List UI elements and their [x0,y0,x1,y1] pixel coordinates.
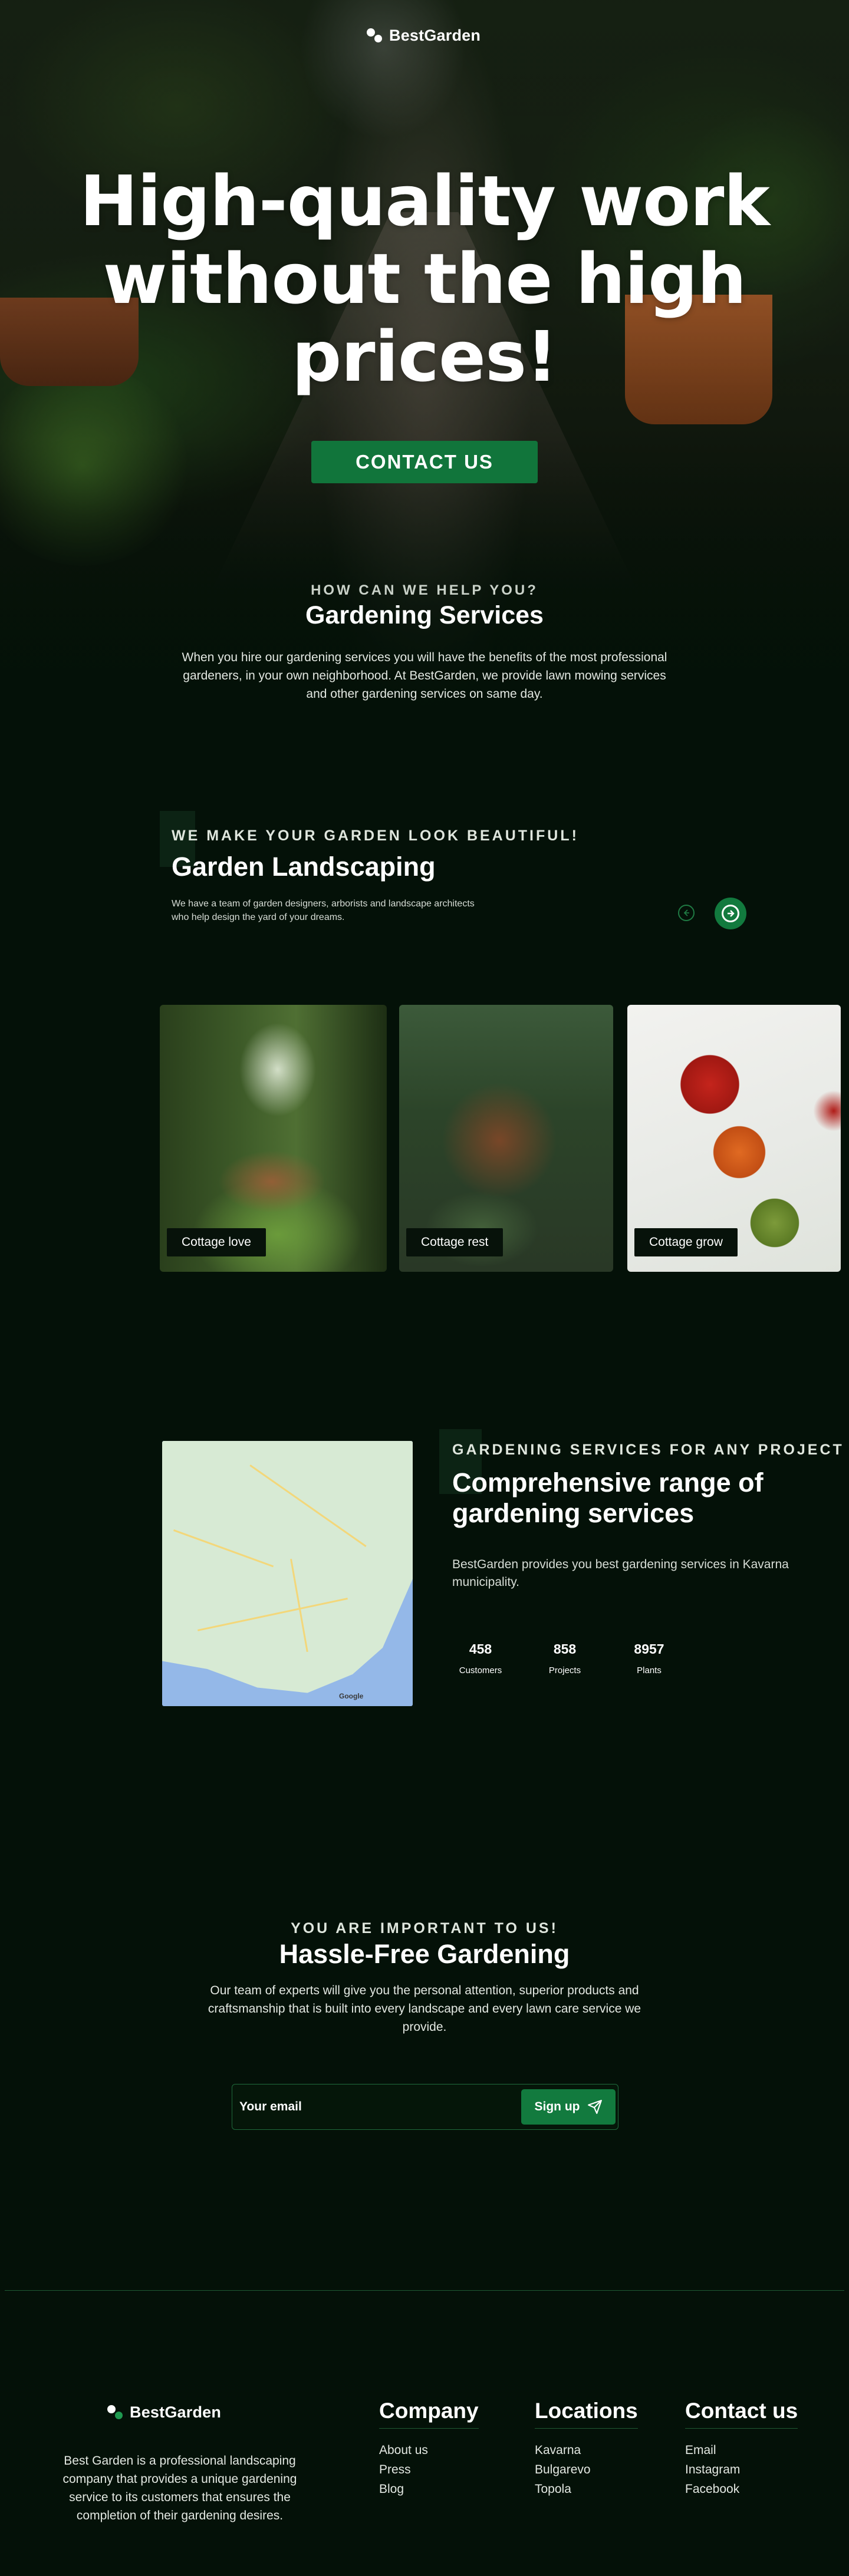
footer-link-facebook[interactable]: Facebook [685,2479,798,2499]
footer-link-bulgarevo[interactable]: Bulgarevo [535,2460,638,2479]
footer-column-contact: Contact us Email Instagram Facebook [685,2399,798,2499]
hero-title: High-quality work without the high price… [80,160,770,397]
arrow-right-icon [728,910,735,917]
newsletter-text: Our team of experts will give you the pe… [208,1984,641,2034]
footer-column-company: Company About us Press Blog [379,2399,479,2499]
stat-value: 858 [553,1641,577,1657]
email-input[interactable] [238,2090,515,2123]
footer-logo[interactable]: BestGarden [106,2403,221,2422]
footer-link-kavarna[interactable]: Kavarna [535,2440,638,2460]
gallery-card-cottage-love[interactable]: Cottage love [160,1005,387,1272]
footer-column-locations: Locations Kavarna Bulgarevo Topola [535,2399,638,2499]
logo-icon [366,27,383,45]
header-logo[interactable]: BestGarden [366,27,481,45]
logo-text: BestGarden [389,27,481,44]
stat-value: 458 [469,1641,492,1657]
stat-label: Customers [459,1665,502,1675]
gallery-card-cottage-rest[interactable]: Cottage rest [399,1005,613,1272]
stat-customers: 458 Customers [445,1641,516,1675]
footer-link-press[interactable]: Press [379,2460,479,2479]
carousel-prev-button[interactable] [678,905,695,921]
card-label: Cottage love [167,1228,266,1256]
newsletter-title: Hassle-Free Gardening [279,1939,570,1969]
footer-divider [5,2290,844,2291]
landscaping-eyebrow: WE MAKE YOUR GARDEN LOOK BEAUTIFUL! [172,827,579,844]
stat-projects: 858 Projects [529,1641,600,1675]
footer-link-blog[interactable]: Blog [379,2479,479,2499]
carousel-next-button[interactable] [715,898,746,929]
footer-column-title: Company [379,2399,479,2429]
newsletter-eyebrow: YOU ARE IMPORTANT TO US! [291,1920,558,1937]
send-icon [587,2100,602,2114]
card-label: Cottage grow [634,1228,738,1256]
footer-column-title: Contact us [685,2399,798,2429]
landscaping-text: We have a team of garden designers, arbo… [172,899,475,922]
logo-text: BestGarden [130,2403,222,2421]
stat-label: Plants [637,1665,662,1675]
footer-column-title: Locations [535,2399,638,2429]
footer-about-text: Best Garden is a professional landscapin… [62,2454,297,2522]
stat-value: 8957 [634,1641,664,1657]
footer-link-topola[interactable]: Topola [535,2479,638,2499]
sign-up-button[interactable]: Sign up [521,2089,616,2125]
footer-link-about-us[interactable]: About us [379,2440,479,2460]
map-attribution: Google [339,1692,364,1700]
map-land [162,1441,413,1693]
landscaping-title: Garden Landscaping [172,852,436,882]
gallery-card-cottage-grow[interactable]: Cottage grow [627,1005,841,1272]
footer-link-email[interactable]: Email [685,2440,798,2460]
arrow-left-icon [683,909,689,916]
footer-link-instagram[interactable]: Instagram [685,2460,798,2479]
contact-us-button[interactable]: CONTACT US [311,441,538,483]
help-text: When you hire our gardening services you… [182,651,667,701]
services-eyebrow: GARDENING SERVICES FOR ANY PROJECT [452,1442,844,1458]
help-eyebrow: HOW CAN WE HELP YOU? [311,582,538,598]
logo-icon [106,2404,124,2422]
stat-label: Projects [548,1665,581,1675]
services-title: Comprehensive range of gardening service… [452,1467,764,1528]
sign-up-label: Sign up [534,2100,580,2113]
newsletter-form: Sign up [232,2084,618,2130]
help-title: Gardening Services [305,601,544,629]
location-map[interactable]: Google [162,1441,413,1706]
services-text: BestGarden provides you best gardening s… [452,1558,789,1589]
card-label: Cottage rest [406,1228,504,1256]
stat-plants: 8957 Plants [614,1641,685,1675]
